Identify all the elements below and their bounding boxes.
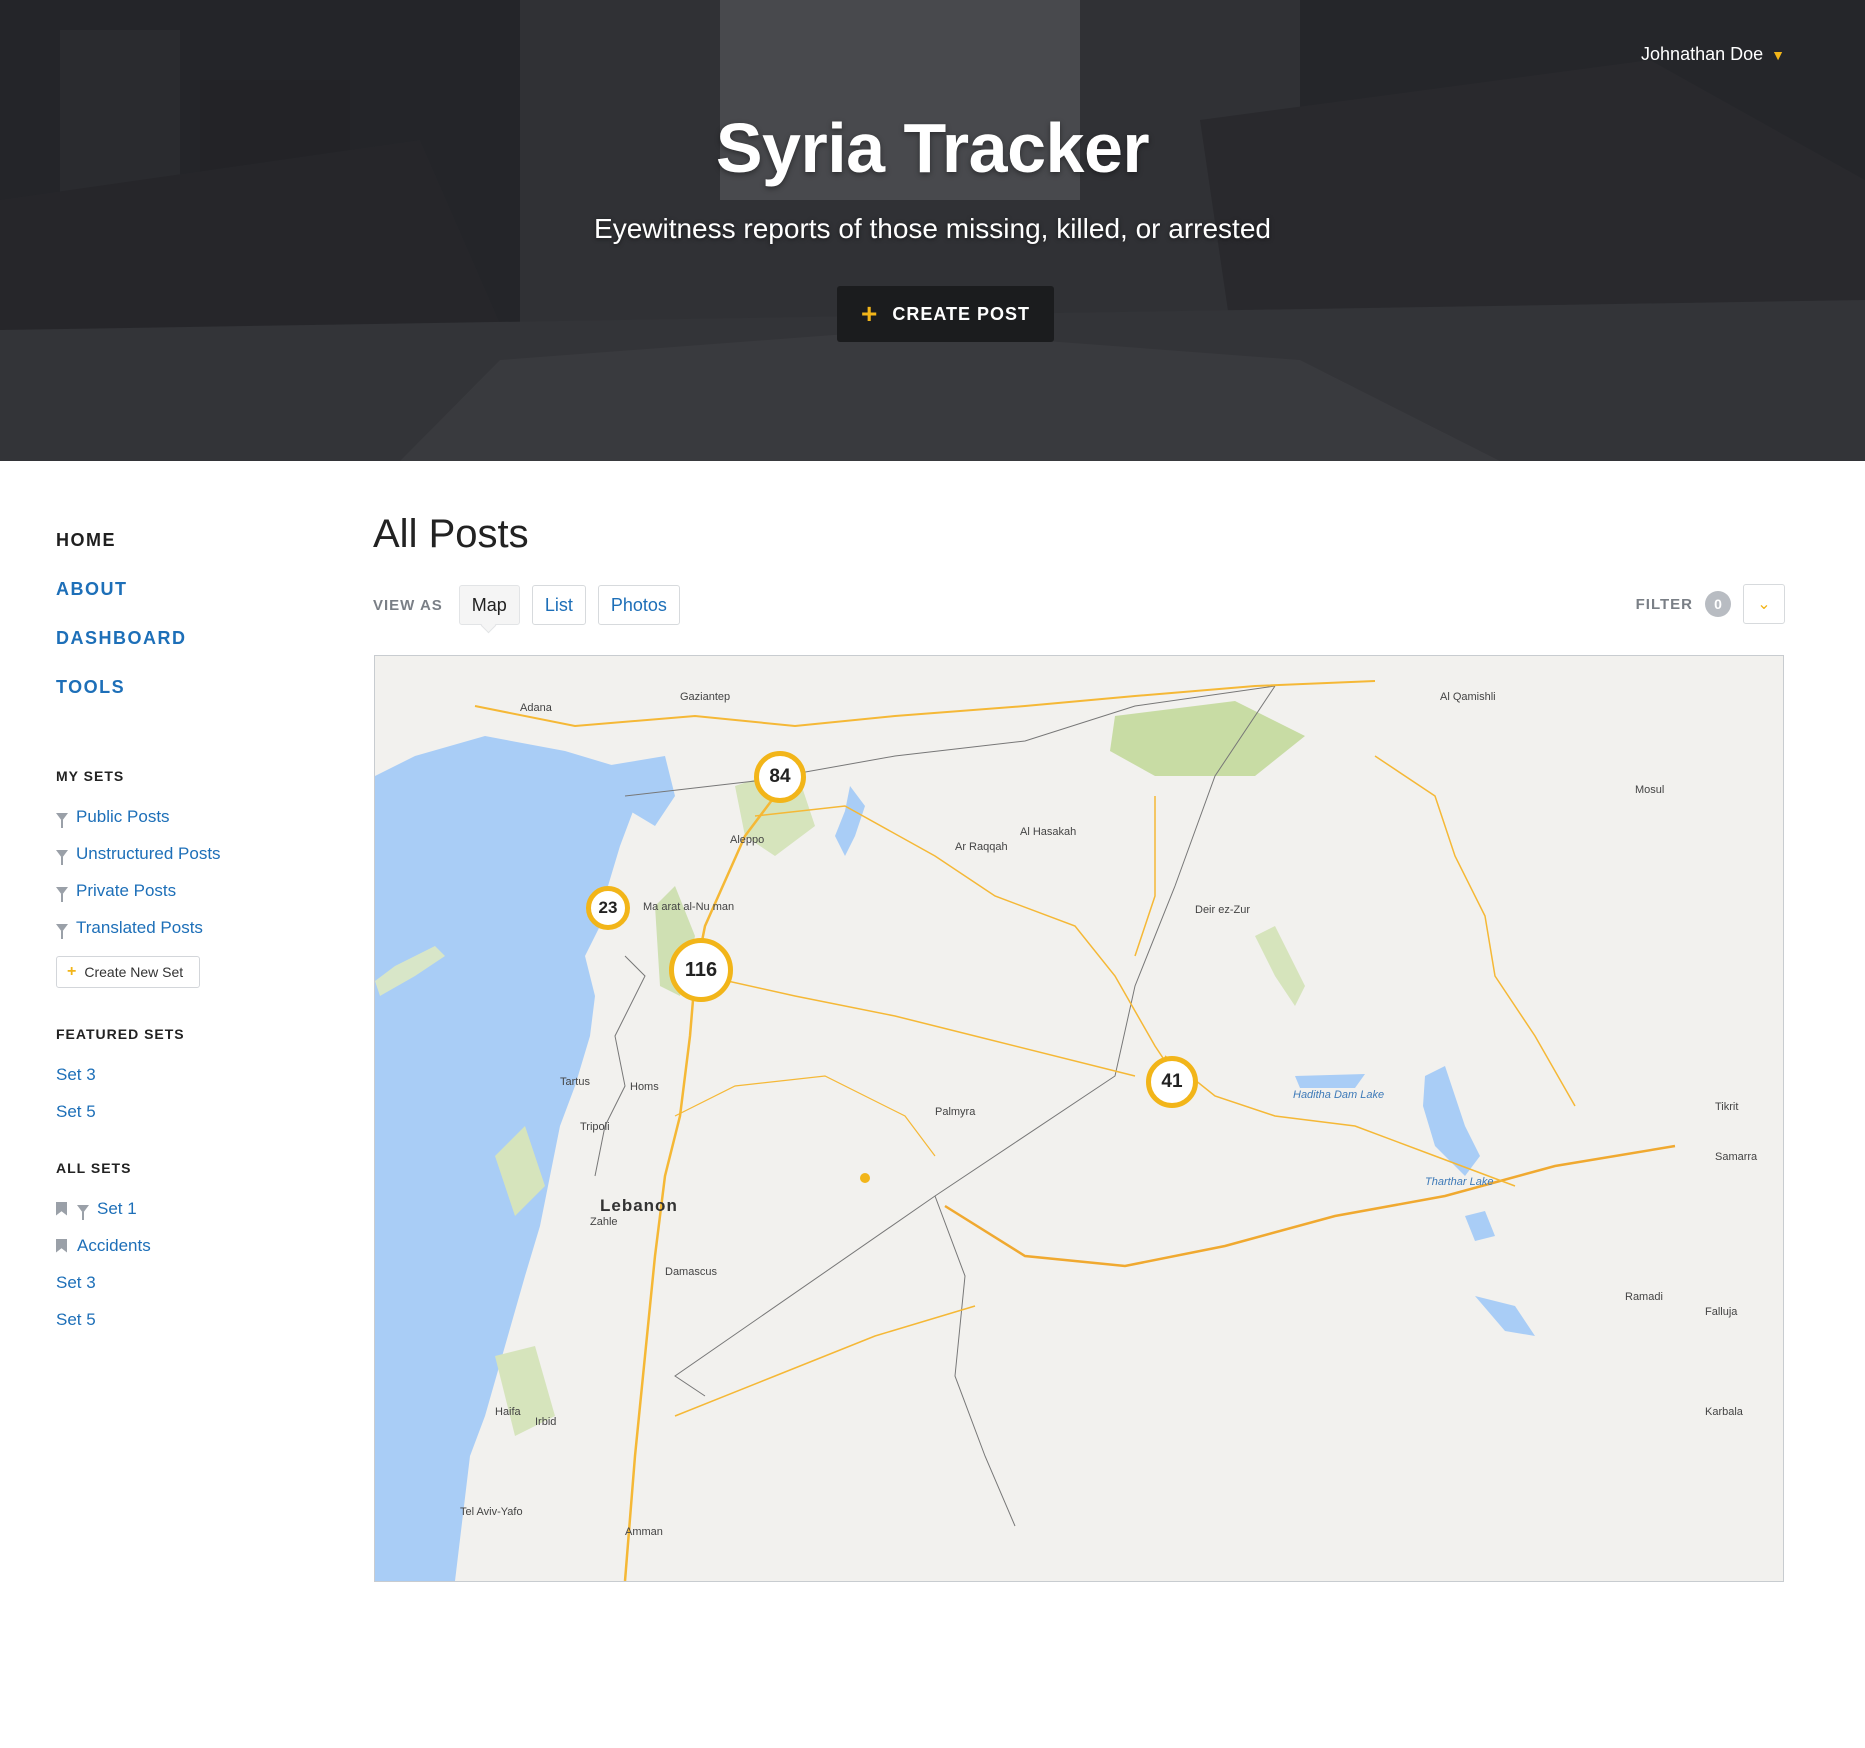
user-name: Johnathan Doe (1641, 44, 1764, 64)
plus-icon: + (860, 298, 879, 329)
nav-home[interactable]: HOME (56, 530, 316, 551)
map-cluster-marker[interactable]: 84 (754, 751, 806, 803)
create-new-set-button[interactable]: + Create New Set (56, 956, 201, 988)
map-label: Ramadi (1625, 1291, 1663, 1303)
nav-tools[interactable]: TOOLS (56, 677, 316, 698)
create-post-label: CREATE POST (892, 303, 1031, 324)
set-item-translated-posts[interactable]: Translated Posts (56, 909, 316, 946)
set-item-label: Translated Posts (76, 917, 203, 937)
map-label: Karbala (1705, 1406, 1743, 1418)
set-item-label: Set 1 (97, 1198, 137, 1218)
user-menu[interactable]: Johnathan Doe ▼ (1641, 44, 1785, 65)
map-label: Tharthar Lake (1425, 1176, 1494, 1188)
featured-set-item[interactable]: Set 5 (56, 1093, 316, 1130)
featured-set-item[interactable]: Set 3 (56, 1056, 316, 1093)
chevron-down-icon: ⌄ (1757, 596, 1771, 613)
map-label: Tartus (560, 1076, 590, 1088)
map-label: Tikrit (1715, 1101, 1739, 1113)
map-label: Al Qamishli (1440, 691, 1496, 703)
posts-map[interactable]: Al Hasakah Al Qamishli Gaziantep Adana A… (374, 655, 1784, 1582)
map-label: Irbid (535, 1416, 557, 1428)
nav-about[interactable]: ABOUT (56, 579, 316, 600)
view-as-label: VIEW AS (373, 596, 443, 614)
all-set-item-accidents[interactable]: Accidents (56, 1227, 316, 1264)
map-label: Zahle (590, 1216, 618, 1228)
map-label: Deir ez-Zur (1195, 904, 1251, 916)
map-label-country: Lebanon (600, 1196, 678, 1215)
funnel-icon (56, 849, 68, 865)
view-tab-list[interactable]: List (531, 585, 586, 625)
hero-banner: Johnathan Doe ▼ Syria Tracker Eyewitness… (0, 0, 1865, 461)
map-cluster-marker[interactable]: 41 (1146, 1056, 1198, 1108)
view-switcher: VIEW AS Map List Photos (373, 585, 692, 625)
set-item-label: Accidents (77, 1235, 151, 1255)
site-title: Syria Tracker (715, 109, 1150, 187)
page-title: All Posts (373, 512, 529, 556)
site-subtitle: Eyewitness reports of those missing, kil… (594, 213, 1271, 244)
all-set-item-set-5[interactable]: Set 5 (56, 1301, 316, 1338)
filter-label: FILTER (1635, 595, 1693, 613)
filter-dropdown-button[interactable]: ⌄ (1743, 584, 1785, 624)
map-label: Gaziantep (680, 691, 731, 703)
map-label: Tel Aviv-Yafo (460, 1506, 523, 1518)
filter-controls: FILTER 0 ⌄ (1636, 584, 1785, 624)
map-label: Mosul (1635, 784, 1665, 796)
chevron-down-icon: ▼ (1771, 46, 1785, 63)
map-label: Adana (520, 702, 552, 714)
my-sets-heading: MY SETS (56, 768, 125, 784)
map-label: Damascus (665, 1266, 717, 1278)
map-cluster-marker[interactable]: 116 (669, 938, 733, 1002)
view-tab-map[interactable]: Map (458, 585, 520, 625)
map-label: Amman (625, 1526, 663, 1538)
map-label: Tripoli (580, 1121, 610, 1133)
map-label: Falluja (1705, 1306, 1738, 1318)
set-item-unstructured-posts[interactable]: Unstructured Posts (56, 835, 316, 872)
map-label: Ar Raqqah (955, 841, 1008, 853)
featured-sets-heading: FEATURED SETS (56, 1026, 185, 1042)
funnel-icon (77, 1204, 89, 1220)
map-tiles (375, 656, 1783, 1581)
funnel-icon (56, 812, 68, 828)
set-item-label: Public Posts (76, 806, 170, 826)
sidebar: HOME ABOUT DASHBOARD TOOLS MY SETS Publi… (56, 530, 316, 1338)
map-label: Ma arat al-Nu man (643, 901, 735, 913)
map-label: Haifa (495, 1406, 521, 1418)
map-cluster-marker[interactable]: 23 (586, 886, 630, 930)
set-item-private-posts[interactable]: Private Posts (56, 872, 316, 909)
bookmark-icon (56, 1201, 67, 1216)
all-set-item-set-3[interactable]: Set 3 (56, 1264, 316, 1301)
map-label: Samarra (1715, 1151, 1758, 1163)
set-item-public-posts[interactable]: Public Posts (56, 798, 316, 835)
set-item-label: Private Posts (76, 880, 177, 900)
view-tab-photos[interactable]: Photos (597, 585, 680, 625)
map-label: Palmyra (935, 1106, 976, 1118)
funnel-icon (56, 923, 68, 939)
create-post-button[interactable]: + CREATE POST (837, 286, 1054, 342)
filter-count-badge: 0 (1705, 591, 1731, 617)
map-label: Aleppo (730, 834, 765, 846)
main-nav: HOME ABOUT DASHBOARD TOOLS (56, 530, 316, 698)
nav-dashboard[interactable]: DASHBOARD (56, 628, 316, 649)
create-new-set-label: Create New Set (84, 964, 184, 980)
set-item-label: Unstructured Posts (76, 843, 221, 863)
plus-icon: + (67, 963, 77, 980)
map-label: Al Hasakah (1020, 826, 1077, 838)
bookmark-icon (56, 1238, 67, 1253)
all-set-item-set-1[interactable]: Set 1 (56, 1190, 316, 1227)
map-label: Homs (630, 1081, 659, 1093)
funnel-icon (56, 886, 68, 902)
map-label: Haditha Dam Lake (1293, 1089, 1385, 1101)
all-sets-heading: ALL SETS (56, 1160, 132, 1176)
